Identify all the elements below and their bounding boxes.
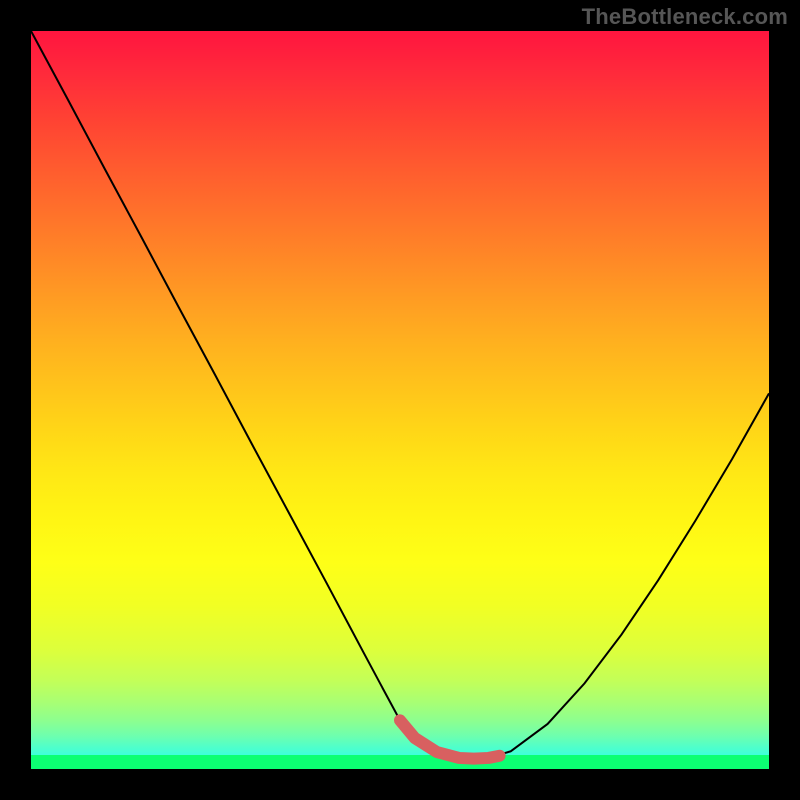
flat-minimum-highlight [400,720,500,758]
curve-svg [31,31,769,769]
plot-area [31,31,769,769]
watermark-text: TheBottleneck.com [582,4,788,30]
bottleneck-curve [31,31,769,759]
chart-container: TheBottleneck.com [0,0,800,800]
